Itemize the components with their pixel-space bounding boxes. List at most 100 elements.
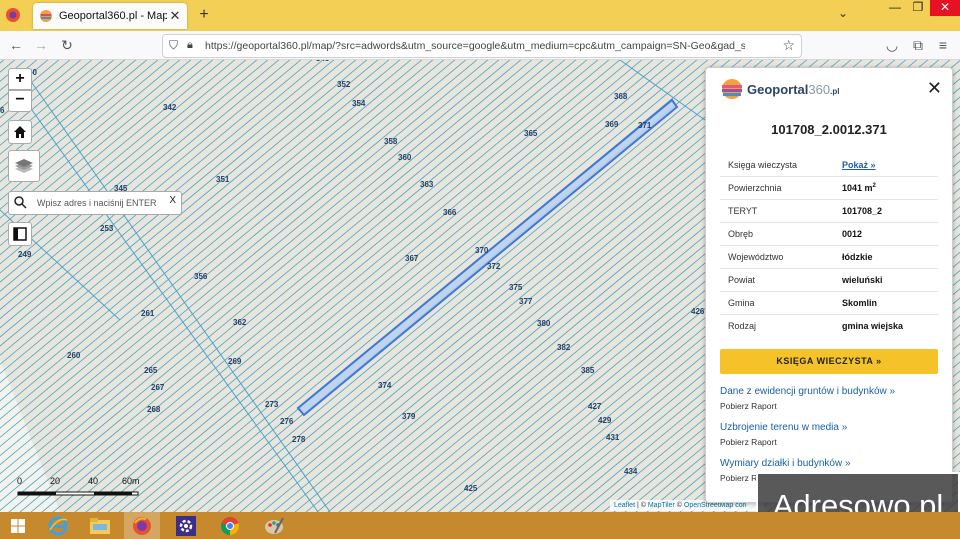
home-button[interactable] <box>8 120 32 144</box>
parcel-number-label: 367 <box>405 254 419 263</box>
parcel-number-label: 368 <box>614 92 628 101</box>
info-key: Obręb <box>728 229 754 239</box>
layers-button[interactable] <box>8 150 40 182</box>
parcel-number-label: 380 <box>537 319 551 328</box>
search-icon[interactable] <box>13 195 27 214</box>
tracking-shield-icon[interactable]: ⛉ <box>169 38 178 53</box>
info-key: Województwo <box>728 252 784 262</box>
parcel-number-label: 382 <box>557 343 571 352</box>
address-search: X <box>8 191 182 215</box>
tab-close-icon[interactable]: ✕ <box>167 8 183 24</box>
file-explorer-icon[interactable] <box>82 512 118 539</box>
parcel-number-label: 366 <box>443 208 457 217</box>
search-input[interactable] <box>35 194 159 212</box>
firefox-icon[interactable] <box>5 7 21 23</box>
info-value: Skomlin <box>842 298 878 308</box>
sidebar-icon <box>13 227 27 241</box>
parcel-number-label: 369 <box>605 120 619 129</box>
land-register-show-link[interactable]: Pokaż » <box>842 160 876 170</box>
bookmark-star-icon[interactable]: ☆ <box>782 37 795 54</box>
parcel-number-label: 345 <box>316 60 329 63</box>
info-row-voivodeship: Województwo łódzkie <box>720 246 938 269</box>
address-bar[interactable]: ⛉ 🔒︎ https://geoportal360.pl/map/?src=ad… <box>162 34 802 58</box>
parcel-number-label: 273 <box>265 400 279 409</box>
download-report-label[interactable]: Pobierz R <box>720 473 757 483</box>
geoportal-favicon-icon <box>39 9 53 23</box>
internet-explorer-icon[interactable] <box>40 512 76 539</box>
firefox-taskbar-icon[interactable] <box>124 512 160 539</box>
download-report-label[interactable]: Pobierz Raport <box>720 437 777 447</box>
window-close-icon[interactable]: ✕ <box>930 0 960 16</box>
parcel-number-label: 253 <box>100 224 114 233</box>
parcel-id: 101708_2.0012.371 <box>771 122 887 137</box>
parcel-number-label: 429 <box>598 416 612 425</box>
scale-label: 60m <box>122 476 140 486</box>
maptiler-link[interactable]: MapTiler <box>648 502 675 509</box>
parcel-number-label: 360 <box>398 153 412 162</box>
scale-bar <box>17 491 139 496</box>
dimensions-link[interactable]: Wymiary działki i budynków » <box>720 458 851 469</box>
brand-name: Geoportal <box>747 81 809 97</box>
parcel-number-label: 278 <box>292 435 306 444</box>
info-value: 1041 m2 <box>842 183 876 193</box>
geoportal-logo: Geoportal360.pl <box>721 78 839 100</box>
info-row-type: Rodzaj gmina wiejska <box>720 315 938 337</box>
info-value: 0012 <box>842 229 863 239</box>
info-row-county: Powiat wieluński <box>720 269 938 292</box>
info-row-area: Powierzchnia 1041 m2 <box>720 177 938 200</box>
parcel-number-label: 370 <box>475 246 489 255</box>
info-value: gmina wiejska <box>842 321 904 331</box>
map-scale: 0 20 40 60m <box>17 476 147 500</box>
zoom-out-button[interactable]: − <box>8 90 32 112</box>
openstreetmap-link[interactable]: OpenStreetMap con <box>684 502 747 509</box>
paint-app-icon[interactable] <box>256 512 292 539</box>
new-tab-icon[interactable]: + <box>195 6 213 24</box>
tab-list-chevron-icon[interactable]: ⌄ <box>834 6 852 20</box>
parcel-number-label: 267 <box>151 383 165 392</box>
info-row-commune: Gmina Skomlin <box>720 292 938 315</box>
pocket-icon[interactable]: ◡ <box>882 35 902 55</box>
lock-icon[interactable]: 🔒︎ <box>187 39 193 52</box>
parcel-number-label: 352 <box>337 80 351 89</box>
back-icon[interactable]: ← <box>6 35 26 55</box>
parcel-number-label: 362 <box>233 318 247 327</box>
panel-close-icon[interactable]: ✕ <box>927 79 942 97</box>
menu-icon[interactable]: ≡ <box>933 35 953 55</box>
parcel-number-label: 363 <box>420 180 434 189</box>
parcel-number-label: 379 <box>402 412 416 421</box>
land-records-link[interactable]: Dane z ewidencji gruntów i budynków » <box>720 386 895 397</box>
windows-start-icon[interactable] <box>0 512 36 539</box>
search-clear-button[interactable]: X <box>169 195 176 206</box>
utilities-link[interactable]: Uzbrojenie terenu w media » <box>720 422 847 433</box>
info-row-precinct: Obręb 0012 <box>720 223 938 246</box>
parcel-number-label: 365 <box>524 129 538 138</box>
parcel-number-label: 425 <box>464 484 478 493</box>
home-icon <box>14 126 26 138</box>
parcel-number-label: 265 <box>144 366 158 375</box>
download-report-label[interactable]: Pobierz Raport <box>720 401 777 411</box>
attribution-separator: | © <box>635 502 648 509</box>
leaflet-link[interactable]: Leaflet <box>614 502 635 509</box>
zoom-in-button[interactable]: + <box>8 68 32 90</box>
reload-icon[interactable]: ↻ <box>57 35 77 55</box>
forward-icon[interactable]: → <box>31 35 51 55</box>
chrome-icon[interactable] <box>212 512 248 539</box>
land-register-button[interactable]: KSIĘGA WIECZYSTA » <box>720 349 938 374</box>
info-key: TERYT <box>728 206 758 216</box>
parcel-number-label: 372 <box>487 262 501 271</box>
extensions-icon[interactable]: ⧉ <box>908 35 928 55</box>
area-value: 1041 m <box>842 183 873 193</box>
settings-app-icon[interactable] <box>168 512 204 539</box>
parcel-number-label: 374 <box>378 381 392 390</box>
parcel-number-label: 375 <box>509 283 523 292</box>
window-restore-icon[interactable]: ❐ <box>903 0 933 16</box>
info-value: 101708_2 <box>842 206 883 216</box>
browser-tab[interactable]: Geoportal360.pl - Mapa Interak ✕ <box>33 3 187 29</box>
parcel-number-label: 354 <box>352 99 366 108</box>
panel-toggle-button[interactable] <box>8 222 32 246</box>
parcel-number-label: 385 <box>581 366 595 375</box>
layers-icon <box>15 159 33 173</box>
parcel-info-panel: Geoportal360.pl ✕ 101708_2.0012.371 Księ… <box>705 67 953 503</box>
parcel-number-label: 351 <box>216 175 230 184</box>
geoportal-logo-icon <box>722 79 742 99</box>
